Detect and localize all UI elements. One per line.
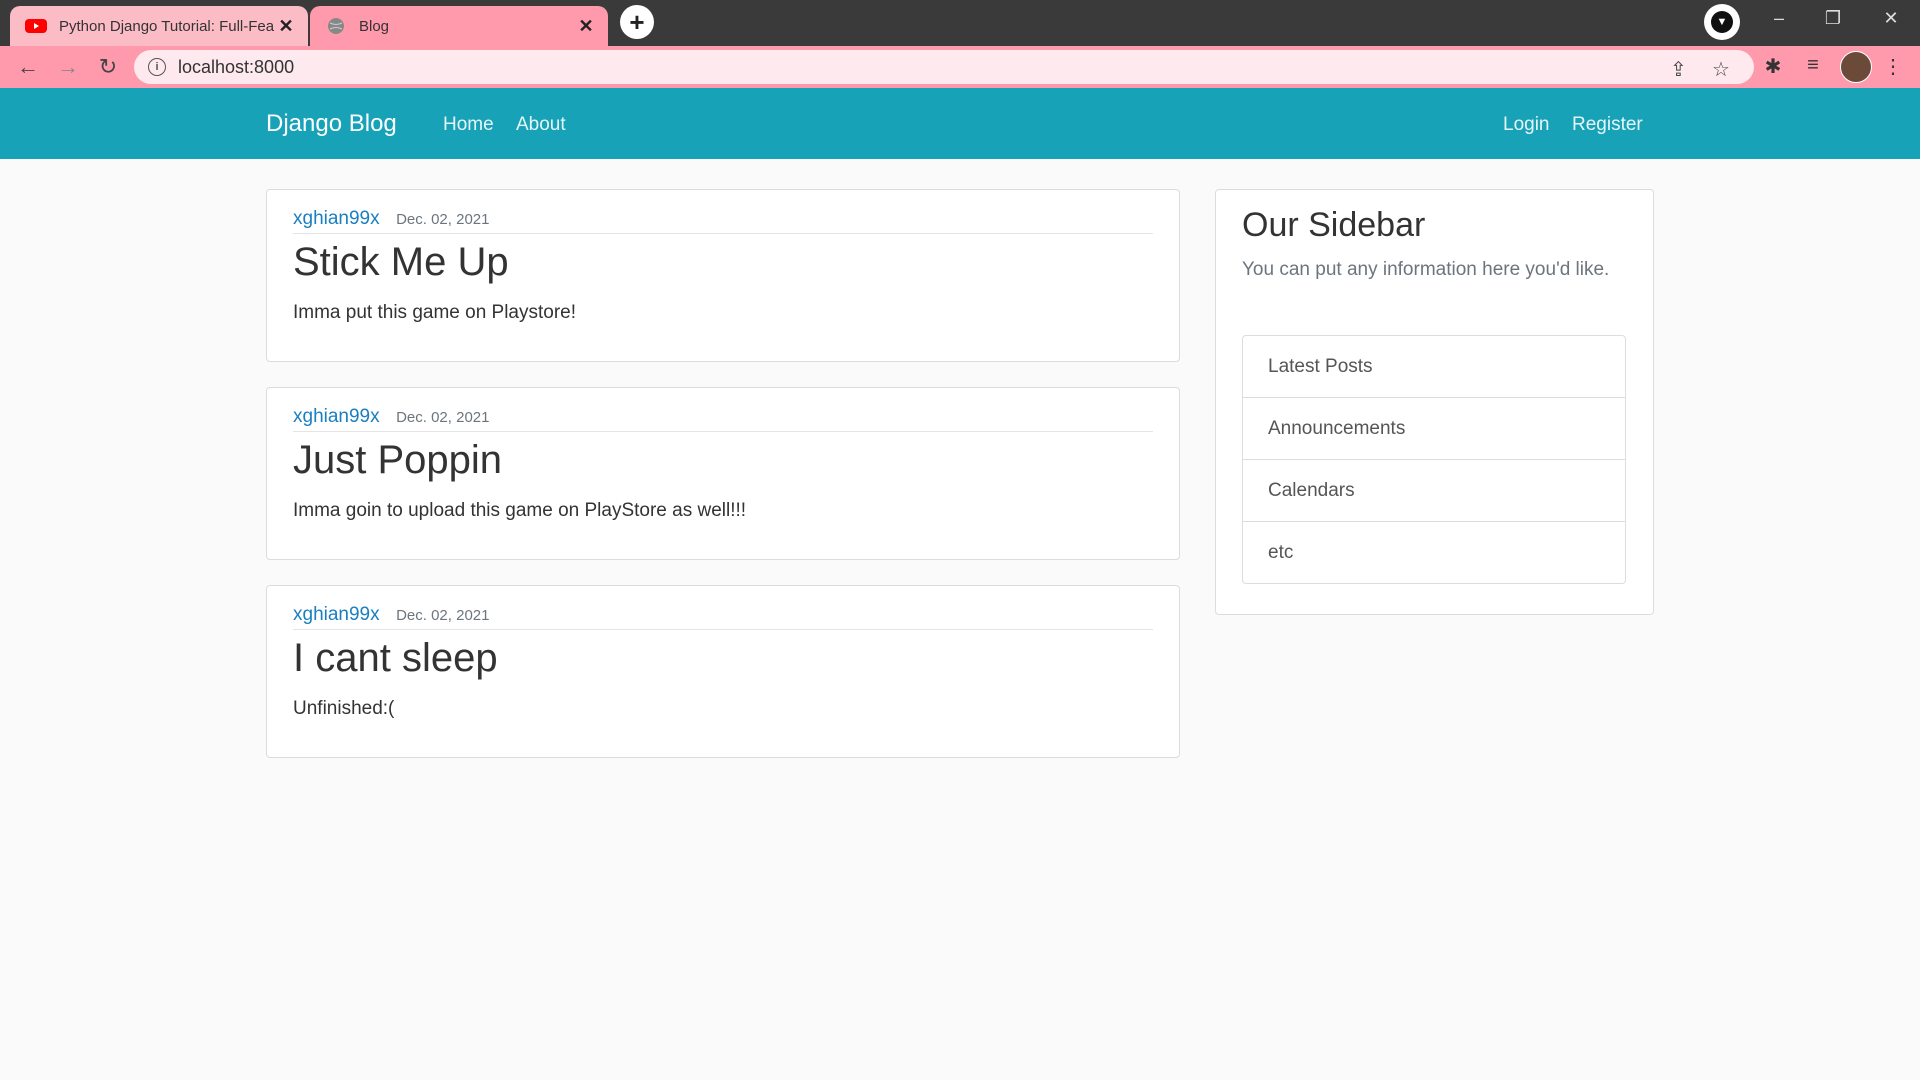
browser-tab-blog[interactable]: Blog ✕ — [310, 6, 608, 46]
sidebar-title: Our Sidebar — [1242, 206, 1426, 244]
window-close-icon[interactable]: ✕ — [1876, 8, 1906, 29]
post-card: xghian99x Dec. 02, 2021 I cant sleep Unf… — [266, 585, 1180, 758]
post-date: Dec. 02, 2021 — [396, 409, 490, 426]
globe-icon — [325, 18, 347, 34]
sidebar-item-etc[interactable]: etc — [1242, 522, 1626, 584]
post-card: xghian99x Dec. 02, 2021 Just Poppin Imma… — [266, 387, 1180, 560]
post-meta: xghian99x Dec. 02, 2021 — [293, 406, 1153, 432]
nav-about-link[interactable]: About — [516, 114, 566, 136]
post-content: Imma put this game on Playstore! — [293, 302, 577, 323]
tab-title: Blog — [359, 17, 390, 35]
menu-kebab-icon[interactable]: ⋮ — [1878, 54, 1908, 79]
share-icon[interactable]: ⇪ — [1670, 57, 1687, 82]
forward-arrow-icon[interactable]: → — [54, 54, 82, 80]
post-date: Dec. 02, 2021 — [396, 211, 490, 228]
url-text[interactable]: localhost:8000 — [178, 57, 294, 78]
brand-link[interactable]: Django Blog — [266, 110, 397, 138]
new-tab-button[interactable]: + — [620, 5, 654, 39]
post-content: Unfinished:( — [293, 698, 395, 719]
tab-search-button[interactable]: ▼ — [1704, 4, 1740, 40]
sidebar-item-latest-posts[interactable]: Latest Posts — [1242, 335, 1626, 398]
nav-login-link[interactable]: Login — [1503, 114, 1550, 136]
sidebar-item-calendars[interactable]: Calendars — [1242, 460, 1626, 522]
close-tab-icon[interactable]: ✕ — [274, 16, 298, 37]
nav-register-link[interactable]: Register — [1572, 114, 1643, 136]
site-info-icon[interactable]: i — [148, 58, 166, 76]
reading-list-icon[interactable]: ≡ — [1798, 54, 1828, 77]
site-navbar: Django Blog Home About Login Register — [0, 88, 1920, 159]
post-content: Imma goin to upload this game on PlaySto… — [293, 500, 747, 521]
profile-avatar[interactable] — [1840, 51, 1872, 83]
bookmark-star-icon[interactable]: ☆ — [1712, 57, 1730, 82]
post-author-link[interactable]: xghian99x — [293, 406, 380, 427]
restore-icon[interactable]: ❐ — [1818, 8, 1848, 29]
close-tab-icon[interactable]: ✕ — [574, 16, 598, 37]
tab-title: Python Django Tutorial: Full-Feat — [59, 17, 274, 35]
minimize-icon[interactable]: – — [1764, 8, 1794, 29]
post-meta: xghian99x Dec. 02, 2021 — [293, 604, 1153, 630]
browser-tab-strip: Python Django Tutorial: Full-Feat ✕ Blog… — [0, 0, 1920, 46]
reload-icon[interactable]: ↻ — [94, 54, 122, 80]
chevron-down-icon: ▼ — [1711, 11, 1733, 33]
post-author-link[interactable]: xghian99x — [293, 604, 380, 625]
extensions-icon[interactable]: ✱ — [1758, 54, 1788, 79]
post-meta: xghian99x Dec. 02, 2021 — [293, 208, 1153, 234]
post-card: xghian99x Dec. 02, 2021 Stick Me Up Imma… — [266, 189, 1180, 362]
back-arrow-icon[interactable]: ← — [14, 54, 42, 80]
sidebar-card: Our Sidebar You can put any information … — [1215, 189, 1654, 615]
post-author-link[interactable]: xghian99x — [293, 208, 380, 229]
post-title[interactable]: Just Poppin — [293, 438, 502, 483]
post-date: Dec. 02, 2021 — [396, 607, 490, 624]
nav-home-link[interactable]: Home — [443, 114, 494, 136]
sidebar-description: You can put any information here you'd l… — [1242, 259, 1610, 280]
sidebar-list: Latest Posts Announcements Calendars etc — [1242, 335, 1626, 584]
sidebar-item-announcements[interactable]: Announcements — [1242, 398, 1626, 460]
address-bar[interactable]: i localhost:8000 ⇪ ☆ — [134, 50, 1754, 84]
post-title[interactable]: I cant sleep — [293, 636, 498, 681]
youtube-icon — [25, 18, 47, 34]
post-title[interactable]: Stick Me Up — [293, 240, 509, 285]
browser-toolbar: ← → ↻ i localhost:8000 ⇪ ☆ ✱ ≡ ⋮ — [0, 46, 1920, 88]
browser-tab-youtube[interactable]: Python Django Tutorial: Full-Feat ✕ — [10, 6, 308, 46]
